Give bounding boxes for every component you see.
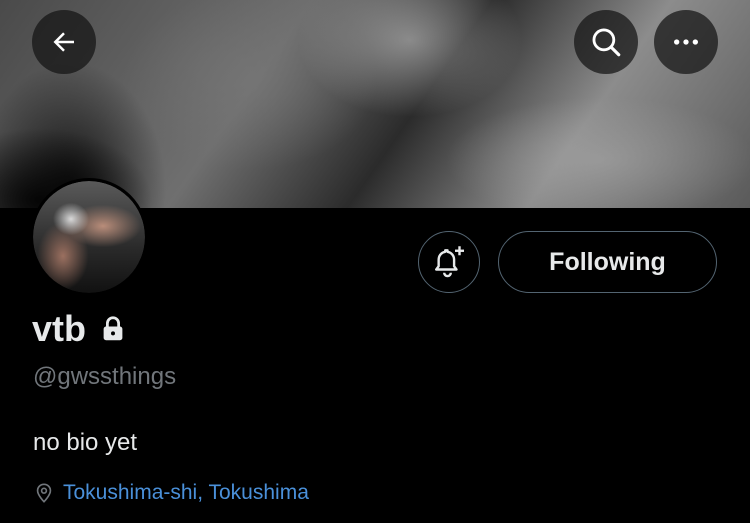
profile-name-row: vtb	[32, 308, 128, 350]
search-icon	[592, 28, 621, 57]
profile-bio: no bio yet	[33, 429, 138, 456]
avatar[interactable]	[30, 178, 148, 296]
more-button[interactable]	[654, 10, 718, 74]
location-pin-icon	[36, 483, 52, 503]
location-text[interactable]: Tokushima-shi, Tokushima	[63, 481, 309, 505]
profile-banner[interactable]	[0, 0, 750, 208]
more-horizontal-icon	[674, 39, 698, 45]
bell-plus-icon	[435, 246, 464, 278]
notifications-button[interactable]	[418, 231, 480, 293]
following-button[interactable]: Following	[498, 231, 717, 293]
profile-location: Tokushima-shi, Tokushima	[33, 481, 309, 505]
search-button[interactable]	[574, 10, 638, 74]
avatar-image	[33, 181, 145, 293]
lock-icon	[103, 316, 123, 341]
display-name: vtb	[32, 308, 86, 349]
profile-handle: @gwssthings	[33, 363, 177, 390]
back-button[interactable]	[32, 10, 96, 74]
arrow-left-icon	[53, 32, 74, 52]
